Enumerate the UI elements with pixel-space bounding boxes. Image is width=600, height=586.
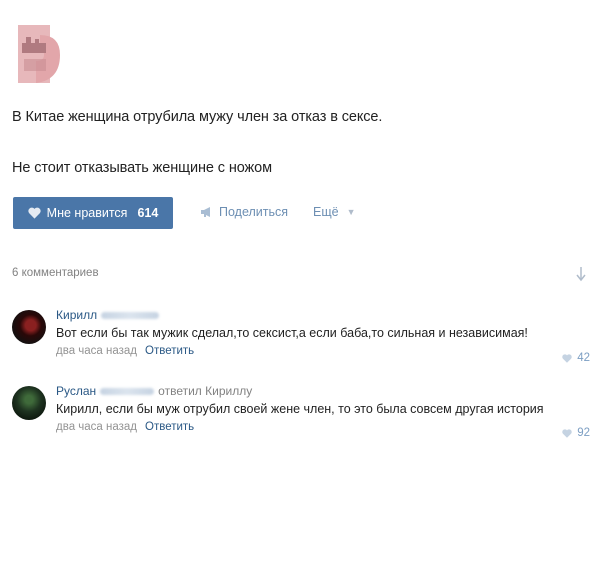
share-button[interactable]: Поделиться <box>200 205 288 219</box>
comment-author[interactable]: Руслан <box>56 384 96 398</box>
reply-link[interactable]: Ответить <box>145 421 194 433</box>
share-label: Поделиться <box>219 205 289 219</box>
avatar[interactable] <box>12 310 46 344</box>
comment-like-button[interactable]: 92 <box>562 427 590 439</box>
comment-time[interactable]: два часа назад <box>56 345 137 357</box>
comment-like-count: 42 <box>577 352 590 364</box>
like-count: 614 <box>137 206 159 220</box>
comment-like-button[interactable]: 42 <box>562 352 590 364</box>
heart-icon <box>562 428 572 438</box>
blurred-surname <box>100 387 155 395</box>
comment-text: Кирилл, если бы муж отрубил своей жене ч… <box>56 402 544 416</box>
heart-icon <box>562 353 572 363</box>
blurred-surname <box>101 311 160 319</box>
comment-text: Вот если бы так мужик сделал,то сексист,… <box>56 326 528 340</box>
comments-count: 6 комментариев <box>12 267 99 279</box>
group-logo <box>18 25 60 83</box>
like-button[interactable]: Мне нравится 614 <box>13 197 173 229</box>
comment-time[interactable]: два часа назад <box>56 421 137 433</box>
reply-link[interactable]: Ответить <box>145 345 194 357</box>
reply-to-label[interactable]: ответил Кириллу <box>158 384 252 398</box>
more-label: Ещё <box>313 205 339 219</box>
comment-like-count: 92 <box>577 427 590 439</box>
like-label: Мне нравится <box>46 206 128 220</box>
post-text-line-1: В Китае женщина отрубила мужу член за от… <box>12 109 383 125</box>
post-text-line-2: Не стоит отказывать женщине с ножом <box>12 160 272 176</box>
chevron-down-icon: ▼ <box>346 207 356 217</box>
sort-arrow-icon[interactable] <box>576 266 586 282</box>
megaphone-icon <box>201 207 210 217</box>
avatar[interactable] <box>12 386 46 420</box>
comment-author[interactable]: Кирилл <box>56 308 97 322</box>
heart-icon <box>28 207 41 219</box>
more-button[interactable]: Ещё ▼ <box>313 205 356 219</box>
